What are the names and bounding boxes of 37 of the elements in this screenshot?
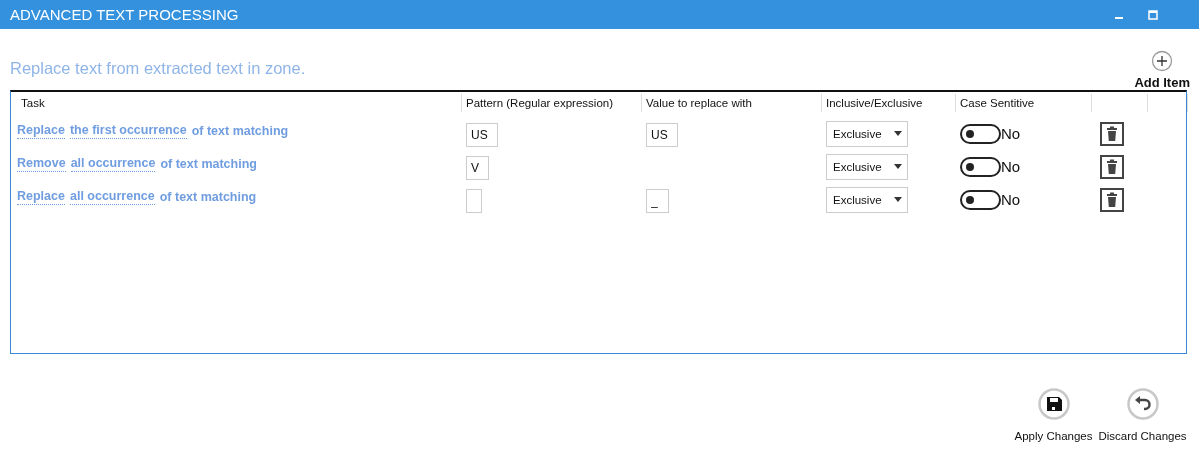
delete-icon[interactable]: [1100, 154, 1124, 179]
apply-changes-button[interactable]: Apply Changes: [1014, 430, 1093, 442]
caret-icon: [893, 197, 902, 202]
add-item-button[interactable]: Add Item: [1134, 75, 1190, 90]
task-text: of text matching: [191, 123, 289, 138]
toggle-label: No: [1001, 158, 1021, 175]
pattern-field[interactable]: V: [466, 155, 489, 180]
column-header: Inclusive/Exclusive: [826, 97, 923, 109]
task-text: of text matching: [160, 156, 257, 171]
mode-dropdown[interactable]: Exclusive: [826, 120, 908, 147]
undo-icon[interactable]: [1126, 388, 1159, 420]
column-header: Case Sentitive: [960, 97, 1035, 109]
toggle-label: No: [1001, 191, 1021, 208]
save-icon[interactable]: [1037, 388, 1070, 420]
delete-icon[interactable]: [1100, 187, 1124, 212]
delete-icon[interactable]: [1100, 121, 1124, 146]
mode-dropdown[interactable]: Exclusive: [826, 186, 908, 213]
maximize-icon[interactable]: [1147, 8, 1159, 21]
toggle-switch[interactable]: [960, 156, 1001, 177]
mode-dropdown[interactable]: Exclusive: [826, 153, 908, 180]
pattern-field[interactable]: [466, 188, 482, 213]
replace-field[interactable]: US: [646, 122, 678, 147]
column-header: Pattern (Regular expression): [466, 97, 613, 109]
subtitle: Replace text from extracted text in zone.: [10, 59, 306, 78]
task-text: of text matching: [159, 189, 257, 204]
column-header: Value to replace with: [646, 97, 752, 109]
toggle-switch[interactable]: [960, 123, 1001, 144]
column-header: Task: [21, 97, 45, 109]
pattern-field[interactable]: US: [466, 122, 498, 147]
discard-changes-button[interactable]: Discard Changes: [1098, 430, 1187, 442]
toggle-label: No: [1001, 125, 1021, 142]
caret-icon: [893, 131, 902, 136]
toggle-switch[interactable]: [960, 189, 1001, 210]
caret-icon: [893, 164, 902, 169]
window-title: ADVANCED TEXT PROCESSING: [10, 6, 239, 23]
add-icon[interactable]: [1151, 50, 1174, 72]
replace-field[interactable]: _: [646, 188, 669, 213]
